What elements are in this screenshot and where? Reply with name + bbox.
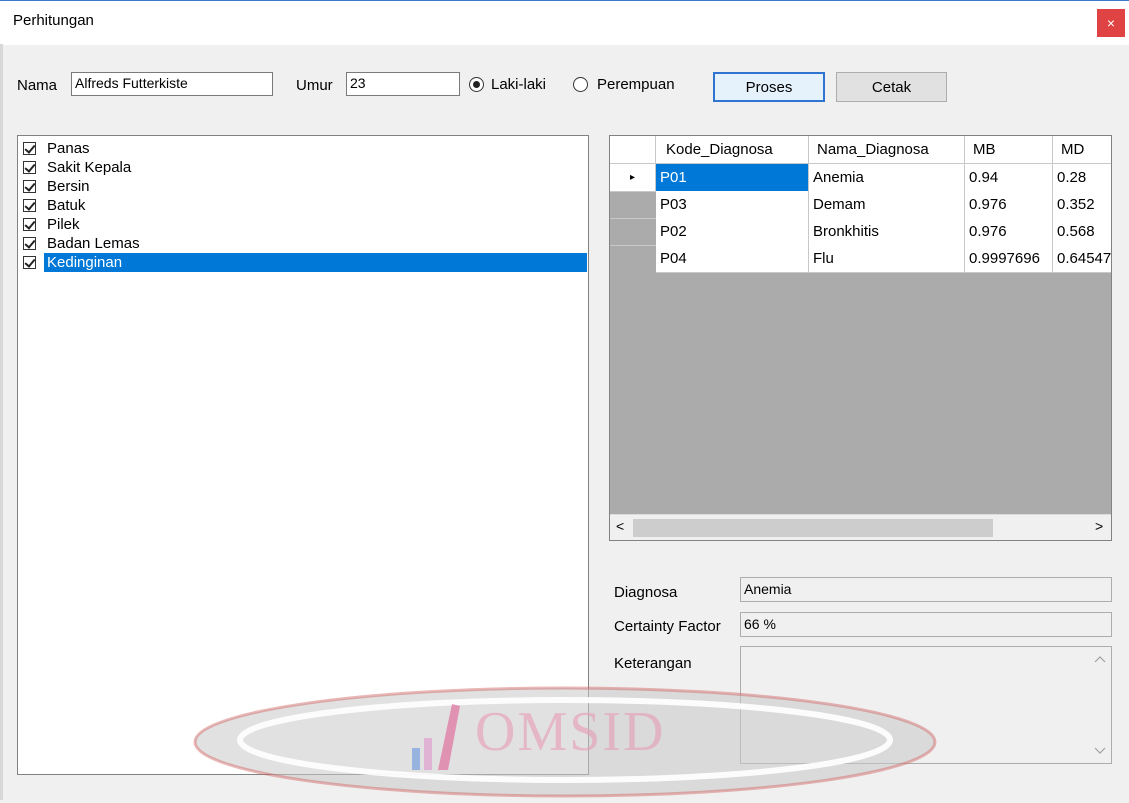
symptom-checklist[interactable]: Panas Sakit Kepala Bersin Batuk Pilek Ba… — [17, 135, 589, 775]
grid-cell[interactable]: 0.976 — [965, 191, 1053, 219]
checkbox-checked-icon[interactable] — [23, 142, 36, 155]
grid-cell[interactable]: 0.352 — [1053, 191, 1111, 219]
radio-perempuan[interactable] — [573, 77, 588, 92]
symptom-item[interactable]: Bersin — [23, 177, 587, 196]
window-left-edge — [0, 44, 3, 800]
scroll-right-icon[interactable]: > — [1095, 518, 1103, 534]
grid-cell[interactable]: Bronkhitis — [809, 218, 965, 246]
window-title: Perhitungan — [13, 12, 94, 29]
symptom-label: Batuk — [47, 197, 86, 214]
grid-cell[interactable]: 0.64547 — [1053, 245, 1111, 273]
grid-cell[interactable]: P02 — [656, 218, 809, 246]
diagnosa-label: Diagnosa — [614, 584, 678, 601]
scroll-down-icon[interactable] — [1094, 747, 1106, 755]
row-header[interactable] — [610, 245, 656, 246]
checkbox-checked-icon[interactable] — [23, 161, 36, 174]
diagnosis-grid[interactable]: Kode_Diagnosa Nama_Diagnosa MB MD ▸ P01 … — [609, 135, 1112, 541]
certainty-factor-label: Certainty Factor — [614, 618, 721, 635]
symptom-label: Badan Lemas — [47, 235, 140, 252]
symptom-item[interactable]: Panas — [23, 139, 587, 158]
umur-input[interactable]: 23 — [346, 72, 460, 96]
checkbox-checked-icon[interactable] — [23, 180, 36, 193]
symptom-label: Pilek — [47, 216, 80, 233]
grid-cell[interactable]: P04 — [656, 245, 809, 273]
symptom-item[interactable]: Badan Lemas — [23, 234, 587, 253]
title-bar — [0, 0, 1129, 45]
radio-perempuan-label[interactable]: Perempuan — [597, 76, 675, 93]
grid-cell[interactable]: 0.94 — [965, 164, 1053, 192]
certainty-factor-output[interactable]: 66 % — [740, 612, 1112, 637]
column-header[interactable]: MD — [1053, 136, 1111, 164]
checkbox-checked-icon[interactable] — [23, 218, 36, 231]
keterangan-textarea[interactable] — [740, 646, 1112, 764]
grid-cell[interactable]: 0.9997696 — [965, 245, 1053, 273]
checkbox-checked-icon[interactable] — [23, 199, 36, 212]
checkbox-checked-icon[interactable] — [23, 256, 36, 269]
nama-input[interactable]: Alfreds Futterkiste — [71, 72, 273, 96]
cetak-button[interactable]: Cetak — [836, 72, 947, 102]
column-header[interactable]: Nama_Diagnosa — [809, 136, 965, 164]
symptom-item[interactable]: Pilek — [23, 215, 587, 234]
close-icon: × — [1106, 15, 1116, 31]
grid-cell[interactable]: 0.28 — [1053, 164, 1111, 192]
close-button[interactable]: × — [1097, 9, 1125, 37]
column-header[interactable]: MB — [965, 136, 1053, 164]
keterangan-label: Keterangan — [614, 655, 692, 672]
row-header[interactable] — [610, 191, 656, 192]
scroll-left-icon[interactable]: < — [616, 518, 624, 534]
proses-button-label: Proses — [745, 78, 793, 96]
symptom-label: Kedinginan — [44, 253, 587, 272]
grid-corner-header — [610, 136, 656, 164]
symptom-label: Panas — [47, 140, 90, 157]
symptom-label: Sakit Kepala — [47, 159, 132, 176]
radio-laki-laki-label[interactable]: Laki-laki — [491, 76, 546, 93]
scroll-up-icon[interactable] — [1094, 655, 1106, 663]
current-row-icon: ▸ — [629, 172, 636, 183]
grid-cell[interactable]: 0.976 — [965, 218, 1053, 246]
proses-button[interactable]: Proses — [713, 72, 825, 102]
radio-laki-laki[interactable] — [469, 77, 484, 92]
grid-cell[interactable]: 0.568 — [1053, 218, 1111, 246]
grid-cell-selected[interactable]: P01 — [656, 164, 809, 192]
diagnosa-output[interactable]: Anemia — [740, 577, 1112, 602]
grid-cell[interactable]: Anemia — [809, 164, 965, 192]
row-header[interactable] — [610, 218, 656, 219]
symptom-item[interactable]: Batuk — [23, 196, 587, 215]
cetak-button-label: Cetak — [871, 78, 912, 96]
horizontal-scrollbar[interactable]: < > — [610, 514, 1111, 540]
column-header[interactable]: Kode_Diagnosa — [656, 136, 809, 164]
grid-cell[interactable]: Demam — [809, 191, 965, 219]
grid-cell[interactable]: P03 — [656, 191, 809, 219]
symptom-item[interactable]: Sakit Kepala — [23, 158, 587, 177]
symptom-label: Bersin — [47, 178, 90, 195]
nama-label: Nama — [17, 77, 58, 94]
checkbox-checked-icon[interactable] — [23, 237, 36, 250]
scrollbar-thumb[interactable] — [633, 519, 993, 537]
grid-cell[interactable]: Flu — [809, 245, 965, 273]
symptom-item-selected[interactable]: Kedinginan — [23, 253, 587, 272]
row-header-current[interactable]: ▸ — [610, 164, 656, 192]
umur-label: Umur — [296, 77, 333, 94]
